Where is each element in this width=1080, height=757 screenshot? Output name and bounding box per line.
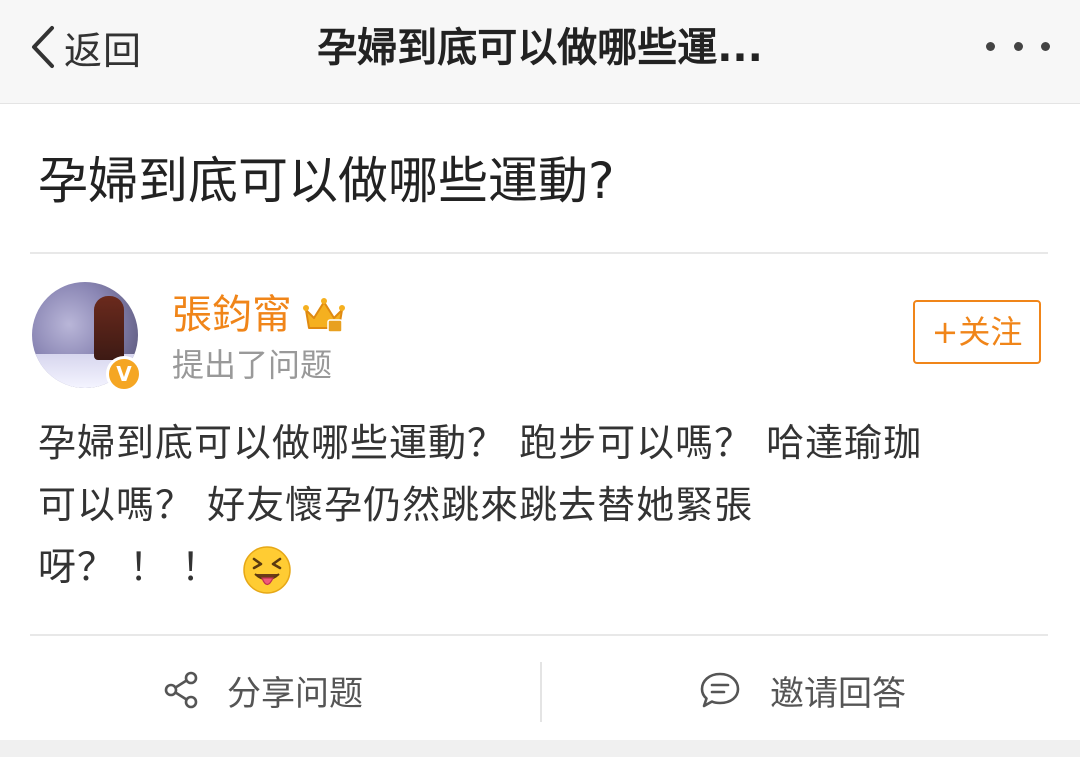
share-icon	[164, 671, 198, 709]
top-nav-bar: 返回 孕婦到底可以做哪些運...	[0, 0, 1080, 104]
author-name[interactable]: 張鈞甯	[172, 290, 292, 340]
divider	[30, 634, 1048, 636]
question-title: 孕婦到底可以做哪些運動?	[38, 152, 615, 210]
chat-bubble-icon	[700, 672, 740, 708]
back-label: 返回	[64, 28, 143, 73]
invite-label: 邀请回答	[770, 673, 906, 714]
action-separator	[540, 662, 542, 722]
nav-title: 孕婦到底可以做哪些運...	[317, 25, 763, 71]
body-line: 孕婦到底可以做哪些運動？ 跑步可以嗎？ 哈達瑜珈	[38, 421, 923, 465]
invite-answer-button[interactable]: 邀请回答	[698, 658, 906, 722]
more-dots-icon	[1013, 41, 1023, 51]
more-dots-icon	[1041, 41, 1050, 51]
verified-badge: V	[106, 356, 142, 392]
bottom-strip	[0, 740, 1080, 757]
question-body: 孕婦到底可以做哪些運動？ 跑步可以嗎？ 哈達瑜珈 可以嗎？ 好友懷孕仍然跳來跳去…	[38, 412, 1038, 598]
body-line: 可以嗎？ 好友懷孕仍然跳來跳去替她緊張	[38, 483, 754, 527]
author-action-text: 提出了问题	[172, 346, 333, 384]
crown-icon	[303, 298, 345, 333]
action-bar: 分享问题 邀请回答	[0, 640, 1080, 740]
body-line-text: 呀？ ！ ！	[38, 545, 221, 589]
squinting-face-with-tongue-icon	[243, 545, 291, 594]
follow-button[interactable]: +关注	[913, 300, 1041, 364]
more-dots-icon	[986, 41, 995, 51]
chevron-left-icon	[32, 26, 54, 68]
more-button[interactable]	[986, 34, 1050, 58]
avatar-figure	[94, 296, 124, 360]
body-line-last: 呀？ ！ ！	[38, 536, 1038, 598]
divider	[30, 252, 1048, 254]
back-button[interactable]: 返回	[28, 22, 143, 73]
share-label: 分享问题	[227, 673, 363, 714]
share-question-button[interactable]: 分享问题	[163, 658, 363, 722]
